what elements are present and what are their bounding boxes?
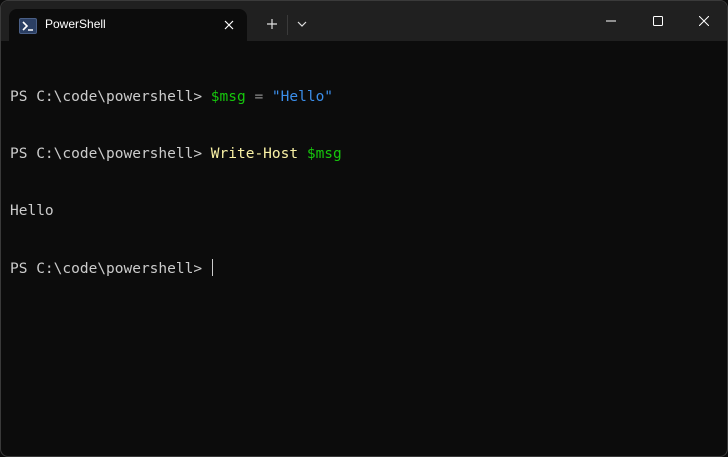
terminal-window: PowerShell PS C:\code\powershell> $msg =… [0,0,728,457]
operator-token: = [245,89,272,105]
prompt: PS C:\code\powershell> [10,261,211,277]
minimize-icon [606,20,616,22]
minimize-button[interactable] [588,1,634,41]
close-icon [699,16,709,26]
chevron-down-icon [297,21,307,27]
string-token: "Hello" [271,89,334,105]
tab-title: PowerShell [45,17,106,31]
tab-close-button[interactable] [217,13,241,37]
new-tab-button[interactable] [257,9,287,39]
close-icon [224,20,234,30]
terminal-line: Hello [10,202,727,221]
variable-token: $msg [210,89,246,105]
terminal-line: PS C:\code\powershell> [10,259,727,278]
prompt: PS C:\code\powershell> [10,146,211,162]
powershell-icon [19,18,37,34]
maximize-icon [653,16,663,26]
terminal-output[interactable]: PS C:\code\powershell> $msg = "Hello" PS… [1,41,727,456]
window-close-button[interactable] [681,1,727,41]
title-bar[interactable]: PowerShell [1,1,727,41]
command-token: Write-Host [210,146,299,162]
text-cursor [211,259,213,276]
maximize-button[interactable] [635,1,681,41]
terminal-line: PS C:\code\powershell> $msg = "Hello" [10,88,727,107]
plus-icon [267,19,277,29]
tab-powershell[interactable]: PowerShell [9,9,247,41]
terminal-line: PS C:\code\powershell> Write-Host $msg [10,145,727,164]
variable-token: $msg [306,146,342,162]
dropdown-button[interactable] [287,9,317,39]
prompt: PS C:\code\powershell> [10,89,211,105]
output-text: Hello [10,203,54,219]
